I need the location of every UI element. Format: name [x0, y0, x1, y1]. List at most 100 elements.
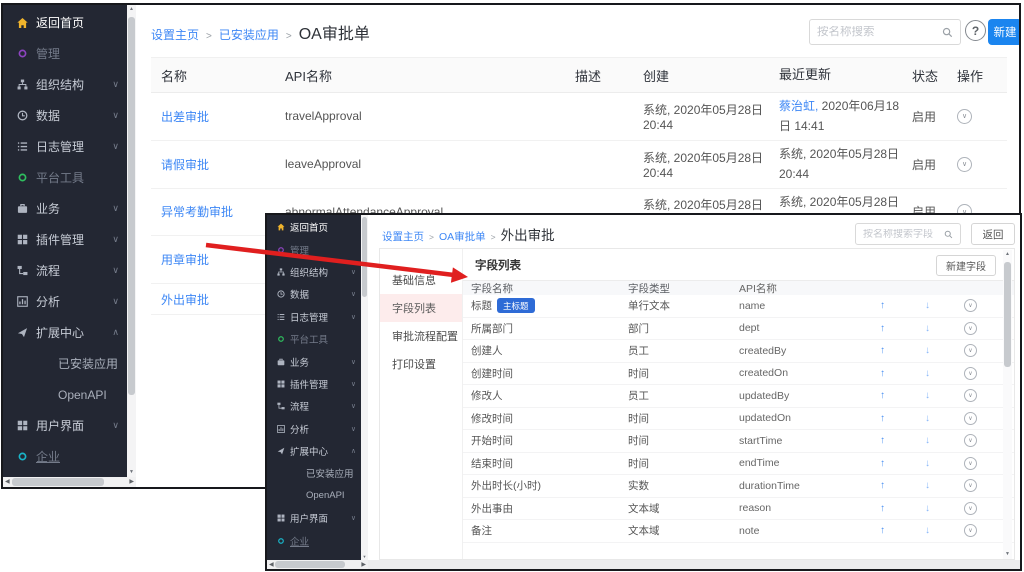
more-actions-icon[interactable]: ∨: [964, 457, 977, 470]
field-row-备注[interactable]: 备注 文本域 note ↑ ↓ ∨: [463, 520, 1014, 543]
more-actions-icon[interactable]: ∨: [964, 412, 977, 425]
move-up-icon[interactable]: ↑: [860, 323, 905, 334]
sidebar-item-installed-apps[interactable]: 已安装应用: [3, 348, 127, 379]
scroll-left-icon[interactable]: ◀: [5, 478, 10, 485]
tab-field-list[interactable]: 字段列表: [380, 294, 462, 322]
sidebar-horizontal-scrollbar[interactable]: ◀ ▶: [3, 477, 136, 487]
move-down-icon[interactable]: ↓: [905, 300, 950, 311]
scrollbar-thumb[interactable]: [12, 478, 104, 486]
scroll-up-icon[interactable]: ▲: [127, 7, 136, 12]
field-row-外出事由[interactable]: 外出事由 文本域 reason ↑ ↓ ∨: [463, 498, 1014, 521]
scrollbar-thumb[interactable]: [362, 217, 367, 297]
move-up-icon[interactable]: ↑: [860, 458, 905, 469]
help-icon[interactable]: ?: [965, 20, 986, 41]
move-down-icon[interactable]: ↓: [905, 323, 950, 334]
sidebar-item-log-management[interactable]: 日志管理 ∨: [3, 131, 127, 162]
sidebar-item-openapi[interactable]: OpenAPI: [3, 379, 127, 410]
updated-by-link[interactable]: 蔡治虹,: [779, 99, 818, 113]
sidebar-item-workflow[interactable]: 流程 ∨: [267, 395, 361, 417]
sidebar-item-openapi[interactable]: OpenAPI: [267, 485, 361, 507]
approval-name-link[interactable]: 出差审批: [151, 108, 281, 125]
move-down-icon[interactable]: ↓: [905, 480, 950, 491]
table-row-出差审批[interactable]: 出差审批 travelApproval 系统, 2020年05月28日 20:4…: [151, 93, 1007, 141]
scroll-down-icon[interactable]: ▼: [127, 470, 136, 475]
scroll-right-icon[interactable]: ▶: [361, 561, 366, 568]
move-up-icon[interactable]: ↑: [860, 368, 905, 379]
move-up-icon[interactable]: ↑: [860, 300, 905, 311]
move-down-icon[interactable]: ↓: [905, 368, 950, 379]
scroll-down-icon[interactable]: ▼: [361, 555, 368, 559]
move-up-icon[interactable]: ↑: [860, 435, 905, 446]
scroll-left-icon[interactable]: ◀: [269, 561, 274, 568]
move-up-icon[interactable]: ↑: [860, 390, 905, 401]
field-search-box[interactable]: [855, 223, 961, 245]
sidebar-item-platform-tools[interactable]: 平台工具: [267, 328, 361, 350]
scroll-up-icon[interactable]: ▲: [1003, 252, 1012, 257]
more-actions-icon[interactable]: ∨: [964, 524, 977, 537]
sidebar-item-extension-center[interactable]: 扩展中心 ∧: [3, 317, 127, 348]
field-row-修改时间[interactable]: 修改时间 时间 updatedOn ↑ ↓ ∨: [463, 408, 1014, 431]
more-actions-icon[interactable]: ∨: [957, 157, 972, 172]
approval-name-link[interactable]: 外出审批: [151, 291, 281, 308]
breadcrumb-link-settings-home[interactable]: 设置主页: [151, 26, 199, 43]
tab-basic-info[interactable]: 基础信息: [380, 266, 462, 294]
sidebar-vertical-scrollbar[interactable]: ▼: [361, 215, 368, 560]
sidebar-item-enterprise[interactable]: 企业: [267, 529, 361, 551]
move-up-icon[interactable]: ↑: [860, 345, 905, 356]
breadcrumb-link-oa-approvals[interactable]: OA审批单: [439, 229, 486, 244]
breadcrumb-link-settings-home[interactable]: 设置主页: [382, 229, 424, 244]
field-search-input[interactable]: [863, 229, 944, 240]
move-down-icon[interactable]: ↓: [905, 435, 950, 446]
sidebar-item-analysis[interactable]: 分析 ∨: [3, 286, 127, 317]
field-row-开始时间[interactable]: 开始时间 时间 startTime ↑ ↓ ∨: [463, 430, 1014, 453]
move-up-icon[interactable]: ↑: [860, 503, 905, 514]
move-down-icon[interactable]: ↓: [905, 503, 950, 514]
sidebar-item-log-management[interactable]: 日志管理 ∨: [267, 306, 361, 328]
search-input[interactable]: [817, 26, 942, 38]
sidebar-item-plugin-management[interactable]: 插件管理 ∨: [3, 224, 127, 255]
sidebar-horizontal-scrollbar[interactable]: ◀ ▶: [267, 560, 368, 569]
scroll-down-icon[interactable]: ▼: [1003, 552, 1012, 557]
back-button[interactable]: 返回: [971, 223, 1015, 245]
field-row-创建时间[interactable]: 创建时间 时间 createdOn ↑ ↓ ∨: [463, 363, 1014, 386]
sidebar-item-installed-apps[interactable]: 已安装应用: [267, 462, 361, 484]
field-row-修改人[interactable]: 修改人 员工 updatedBy ↑ ↓ ∨: [463, 385, 1014, 408]
more-actions-icon[interactable]: ∨: [964, 434, 977, 447]
field-row-标题[interactable]: 标题主标题 单行文本 name ↑ ↓ ∨: [463, 295, 1014, 318]
scrollbar-thumb[interactable]: [1004, 262, 1011, 367]
more-actions-icon[interactable]: ∨: [964, 479, 977, 492]
field-row-外出时长(小时)[interactable]: 外出时长(小时) 实数 durationTime ↑ ↓ ∨: [463, 475, 1014, 498]
new-field-button[interactable]: 新建字段: [936, 255, 996, 276]
tab-print-settings[interactable]: 打印设置: [380, 350, 462, 378]
sidebar-item-org-structure[interactable]: 组织结构 ∨: [3, 69, 127, 100]
field-list-scrollbar[interactable]: ▲ ▼: [1003, 250, 1012, 559]
move-up-icon[interactable]: ↑: [860, 413, 905, 424]
more-actions-icon[interactable]: ∨: [964, 344, 977, 357]
sidebar-item-analysis[interactable]: 分析 ∨: [267, 418, 361, 440]
move-up-icon[interactable]: ↑: [860, 480, 905, 491]
approval-name-link[interactable]: 请假审批: [151, 156, 281, 173]
sidebar-item-back-home[interactable]: 返回首页: [267, 216, 361, 238]
sidebar-item-data[interactable]: 数据 ∨: [267, 283, 361, 305]
move-down-icon[interactable]: ↓: [905, 345, 950, 356]
field-row-所属部门[interactable]: 所属部门 部门 dept ↑ ↓ ∨: [463, 318, 1014, 341]
move-up-icon[interactable]: ↑: [860, 525, 905, 536]
scrollbar-thumb[interactable]: [128, 17, 135, 395]
move-down-icon[interactable]: ↓: [905, 390, 950, 401]
field-row-结束时间[interactable]: 结束时间 时间 endTime ↑ ↓ ∨: [463, 453, 1014, 476]
sidebar-item-admin[interactable]: 管理: [3, 38, 127, 69]
sidebar-item-enterprise[interactable]: 企业: [3, 441, 127, 472]
sidebar-item-workflow[interactable]: 流程 ∨: [3, 255, 127, 286]
tab-approval-flow-config[interactable]: 审批流程配置: [380, 322, 462, 350]
sidebar-item-data[interactable]: 数据 ∨: [3, 100, 127, 131]
sidebar-item-org-structure[interactable]: 组织结构 ∨: [267, 261, 361, 283]
sidebar-item-business[interactable]: 业务 ∨: [3, 193, 127, 224]
more-actions-icon[interactable]: ∨: [964, 299, 977, 312]
more-actions-icon[interactable]: ∨: [964, 502, 977, 515]
sidebar-item-platform-tools[interactable]: 平台工具: [3, 162, 127, 193]
horizontal-scroll-track[interactable]: [368, 560, 1020, 569]
move-down-icon[interactable]: ↓: [905, 525, 950, 536]
sidebar-item-business[interactable]: 业务 ∨: [267, 350, 361, 372]
move-down-icon[interactable]: ↓: [905, 458, 950, 469]
more-actions-icon[interactable]: ∨: [957, 109, 972, 124]
